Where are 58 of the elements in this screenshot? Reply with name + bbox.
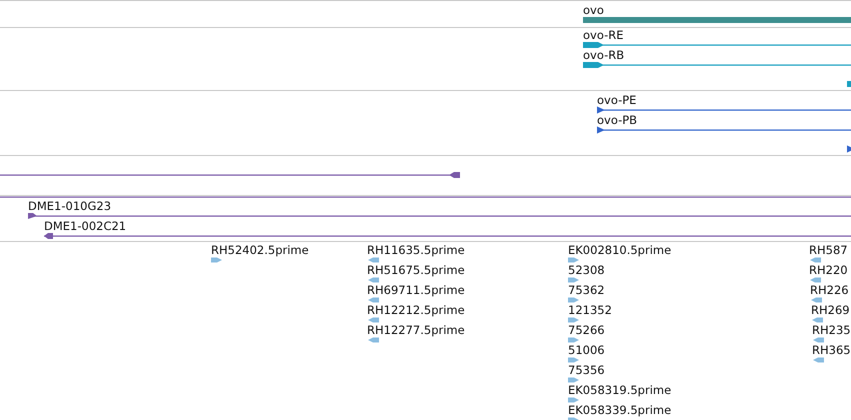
feature-label: RH226: [810, 283, 849, 297]
feature-label: 51006: [568, 343, 605, 357]
feature-label: RH12277.5prime: [367, 323, 465, 337]
feature-label: ovo-PE: [597, 93, 636, 107]
est-arrow[interactable]: [568, 258, 579, 262]
est-arrow[interactable]: [368, 298, 379, 302]
feature-label: EK058339.5prime: [568, 403, 672, 417]
gene-bar[interactable]: [583, 17, 851, 23]
est-arrow[interactable]: [368, 258, 379, 262]
est-arrow[interactable]: [811, 298, 822, 302]
clone-glyph[interactable]: [28, 213, 851, 219]
est-arrow[interactable]: [568, 398, 579, 402]
feature-label: EK058319.5prime: [568, 383, 672, 397]
feature-label: 121352: [568, 303, 612, 317]
feature-label: EK002810.5prime: [568, 243, 672, 257]
est-arrow[interactable]: [568, 338, 579, 342]
feature-label: RH12212.5prime: [367, 303, 465, 317]
est-arrow[interactable]: [568, 378, 579, 382]
est-arrow[interactable]: [810, 278, 821, 282]
feature-label: RH220: [809, 263, 848, 277]
feature-label: ovo-RB: [583, 48, 624, 62]
feature-label: RH52402.5prime: [211, 243, 309, 257]
feature-label: DME1-002C21: [44, 219, 126, 233]
feature-label: ovo-RE: [583, 28, 624, 42]
est-arrow[interactable]: [813, 358, 824, 362]
feature-label: RH587: [809, 243, 848, 257]
feature-label: DME1-010G23: [28, 199, 112, 213]
feature-label: RH51675.5prime: [367, 263, 465, 277]
feature-label: RH69711.5prime: [367, 283, 465, 297]
est-arrow[interactable]: [568, 298, 579, 302]
est-arrow[interactable]: [211, 258, 222, 262]
est-arrow[interactable]: [813, 338, 824, 342]
feature-label: RH11635.5prime: [367, 243, 465, 257]
est-arrow[interactable]: [368, 318, 379, 322]
clone-glyph[interactable]: [0, 172, 460, 178]
protein-glyph[interactable]: [847, 146, 851, 152]
est-arrow[interactable]: [568, 318, 579, 322]
feature-label: RH235: [812, 323, 851, 337]
protein-glyph[interactable]: [597, 126, 851, 134]
protein-glyph[interactable]: [597, 106, 851, 114]
feature-label: 75362: [568, 283, 605, 297]
est-arrow[interactable]: [568, 418, 579, 420]
feature-label: ovo-PB: [597, 113, 638, 127]
feature-label: ovo: [583, 3, 604, 17]
feature-label: 75266: [568, 323, 605, 337]
est-arrow[interactable]: [812, 318, 823, 322]
est-arrow[interactable]: [810, 258, 821, 262]
feature-label: RH365: [812, 343, 851, 357]
transcript-glyph[interactable]: [583, 62, 851, 68]
transcript-glyph[interactable]: [583, 42, 851, 48]
est-arrow[interactable]: [568, 358, 579, 362]
feature-label: 52308: [568, 263, 605, 277]
feature-label: 75356: [568, 363, 605, 377]
est-arrow[interactable]: [368, 338, 379, 342]
clone-glyph[interactable]: [44, 233, 851, 239]
est-arrow[interactable]: [368, 278, 379, 282]
feature-label: RH269: [811, 303, 850, 317]
est-arrow[interactable]: [568, 278, 579, 282]
